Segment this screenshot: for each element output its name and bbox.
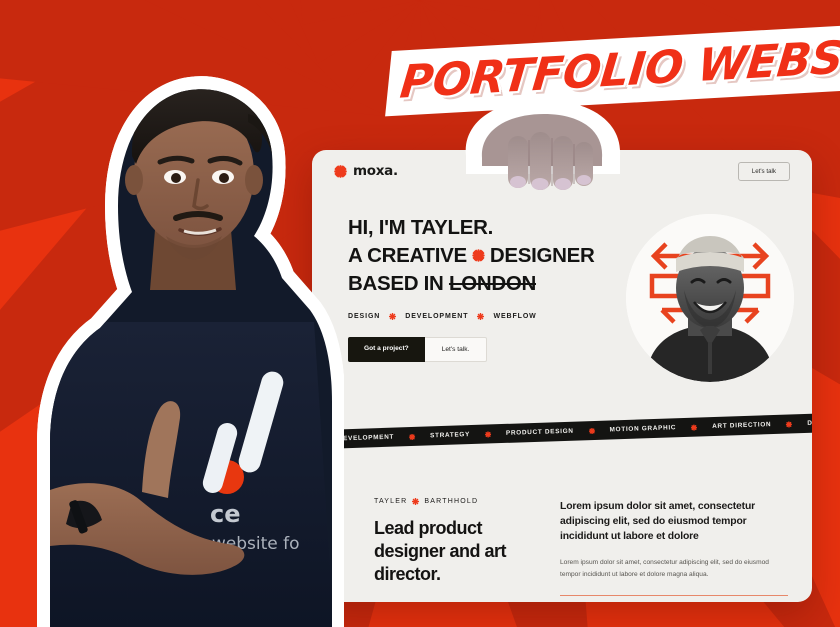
tag-design: DESIGN	[348, 312, 381, 320]
hero-line-1: HI, I'M TAYLER.	[348, 216, 494, 239]
marquee-item: PRODUCT DESIGN	[505, 427, 574, 437]
about-eyebrow: TAYLER BARTHHOLD	[374, 498, 524, 505]
tag-webflow: WEBFLOW	[493, 312, 537, 320]
marquee-item: ART DIRECTION	[712, 421, 772, 431]
hero-heading-block: HI, I'M TAYLER. A CREATIVE DESIGNER BASE…	[348, 214, 790, 362]
site-logo-text: moxa.	[353, 163, 398, 179]
marquee-item: STRATEGY	[429, 431, 471, 440]
hero-line-2: A CREATIVE DESIGNER	[348, 243, 595, 267]
nav-lets-talk-button[interactable]: Let's talk	[737, 161, 790, 181]
site-navbar: moxa. Work About Contact Let's talk	[312, 150, 812, 192]
about-first-name: TAYLER	[374, 498, 408, 505]
asterisk-icon	[786, 420, 793, 428]
hero-button-row: Got a project? Let's talk.	[348, 336, 790, 362]
site-nav-links: Work About Contact	[474, 168, 584, 175]
person-cutout-photo: ce e website fo	[14, 22, 344, 627]
asterisk-icon	[412, 498, 420, 505]
hero-line-3: BASED IN LONDON	[348, 270, 790, 298]
website-mockup-card: moxa. Work About Contact Let's talk HI, …	[312, 150, 812, 602]
about-heading: Lead product designer and art director.	[374, 518, 507, 585]
nav-link-work[interactable]: Work	[474, 168, 490, 175]
about-last-name: BARTHHOLD	[424, 498, 479, 505]
asterisk-icon	[409, 433, 416, 440]
asterisk-icon	[472, 249, 485, 263]
about-left-column: TAYLER BARTHHOLD Lead product designer a…	[374, 498, 524, 602]
tag-development: DEVELOPMENT	[405, 312, 469, 320]
asterisk-icon	[389, 312, 397, 320]
marquee-item: DEVELOPMENT	[337, 433, 395, 443]
lets-talk-button[interactable]: Let's talk.	[424, 336, 488, 362]
asterisk-icon	[691, 424, 698, 431]
hero-service-tags: DESIGN DEVELOPMENT WEBFLOW	[348, 312, 790, 320]
asterisk-icon	[588, 427, 595, 434]
asterisk-icon	[477, 312, 485, 320]
marquee-item: MOTION GRAPHIC	[609, 424, 677, 434]
poster-stage: ce e website fo PORTFOLIO WEBSITE moxa. …	[0, 0, 840, 627]
asterisk-icon	[484, 430, 492, 438]
svg-text:ce: ce	[210, 500, 241, 528]
about-divider	[560, 595, 788, 597]
about-lead-paragraph: Lorem ipsum dolor sit amet, consectetur …	[560, 501, 756, 542]
about-section: TAYLER BARTHHOLD Lead product designer a…	[312, 472, 812, 602]
about-right-column: Lorem ipsum dolor sit amet, consectetur …	[560, 498, 788, 602]
nav-link-about[interactable]: About	[516, 168, 534, 175]
got-a-project-button[interactable]: Got a project?	[348, 336, 425, 362]
marquee-item: DESIGN	[807, 418, 812, 427]
hero-strikethrough-city: LONDON	[448, 271, 536, 295]
nav-link-contact[interactable]: Contact	[560, 168, 584, 175]
about-body-paragraph: Lorem ipsum dolor sit amet, consectetur …	[560, 559, 769, 578]
hero-section: HI, I'M TAYLER. A CREATIVE DESIGNER BASE…	[312, 192, 812, 440]
